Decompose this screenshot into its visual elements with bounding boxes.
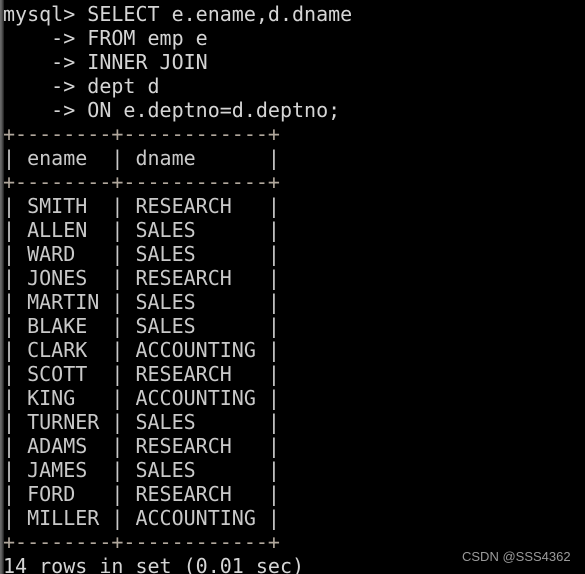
- table-row: | BLAKE | SALES |: [3, 314, 280, 338]
- table-header-rule: +--------+------------+: [3, 170, 280, 194]
- table-row: | MILLER | ACCOUNTING |: [3, 506, 280, 530]
- table-row: | KING | ACCOUNTING |: [3, 386, 280, 410]
- table-row: | CLARK | ACCOUNTING |: [3, 338, 280, 362]
- table-header-row: | ename | dname |: [3, 146, 280, 170]
- table-row: | SMITH | RESEARCH |: [3, 194, 280, 218]
- table-row: | FORD | RESEARCH |: [3, 482, 280, 506]
- terminal-window[interactable]: mysql> SELECT e.ename,d.dname -> FROM em…: [0, 0, 585, 574]
- query-line-3: -> INNER JOIN: [3, 50, 208, 74]
- table-row: | ADAMS | RESEARCH |: [3, 434, 280, 458]
- table-top-rule: +--------+------------+: [3, 122, 280, 146]
- table-row: | JAMES | SALES |: [3, 458, 280, 482]
- table-row: | WARD | SALES |: [3, 242, 280, 266]
- table-row: | TURNER | SALES |: [3, 410, 280, 434]
- query-line-1: mysql> SELECT e.ename,d.dname: [3, 2, 353, 26]
- table-row: | JONES | RESEARCH |: [3, 266, 280, 290]
- csdn-watermark: CSDN @SSS4362: [462, 549, 571, 564]
- table-row: | SCOTT | RESEARCH |: [3, 362, 280, 386]
- terminal-console-output[interactable]: mysql> SELECT e.ename,d.dname -> FROM em…: [0, 0, 585, 574]
- table-row: | ALLEN | SALES |: [3, 218, 280, 242]
- query-line-4: -> dept d: [3, 74, 160, 98]
- query-line-2: -> FROM emp e: [3, 26, 208, 50]
- table-row: | MARTIN | SALES |: [3, 290, 280, 314]
- query-line-5: -> ON e.deptno=d.deptno;: [3, 98, 341, 122]
